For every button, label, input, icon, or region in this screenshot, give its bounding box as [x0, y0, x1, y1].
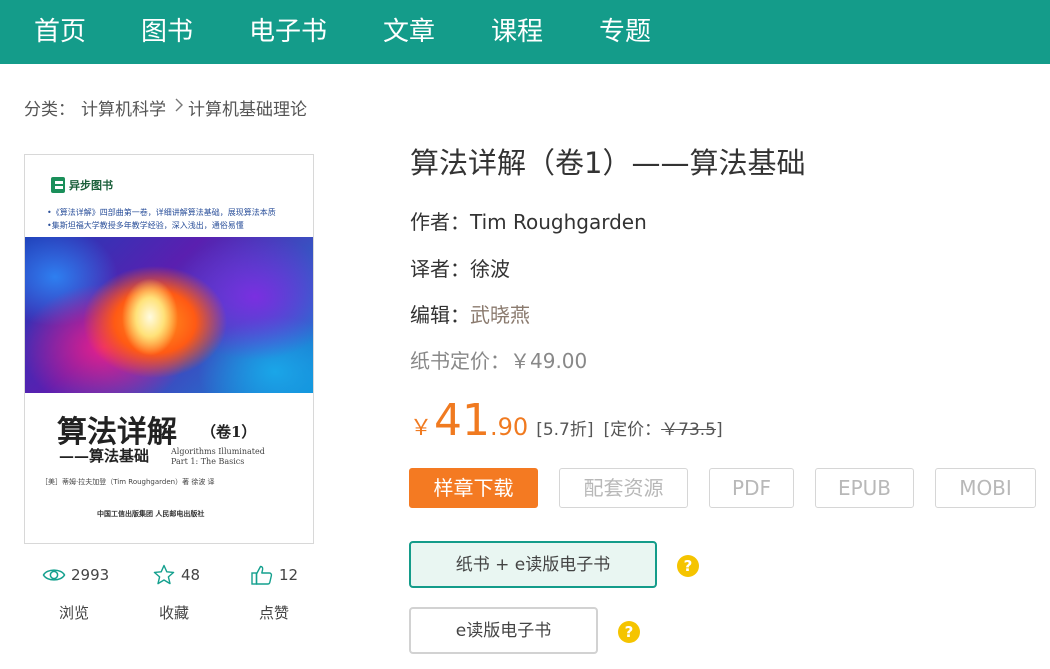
- likes-count: 12: [279, 566, 299, 584]
- views-label: 浏览: [59, 604, 90, 622]
- nav-item-home[interactable]: 首页: [34, 0, 86, 64]
- price-integer: 41: [434, 395, 491, 446]
- eye-icon: [42, 563, 66, 587]
- nav-item-topics[interactable]: 专题: [599, 0, 651, 64]
- breadcrumb-prefix: 分类：: [24, 99, 75, 120]
- cover-bullet-1: •《算法详解》四部曲第一卷，详细讲解算法基础，展现算法本质: [47, 208, 276, 217]
- breadcrumb: 分类： 计算机科学 计算机基础理论: [24, 94, 307, 120]
- nav-item-books[interactable]: 图书: [141, 0, 193, 64]
- thumbs-up-icon[interactable]: [250, 563, 274, 587]
- epub-button[interactable]: EPUB: [815, 468, 914, 508]
- favorites-stat[interactable]: 48: [152, 560, 200, 590]
- cover-author-line: ［美］蒂姆·拉夫加登（Tim Roughgarden）著 徐波 译: [41, 478, 215, 486]
- cover-english-title: Algorithms Illuminated Part 1: The Basic…: [171, 447, 265, 466]
- nav-item-ebooks[interactable]: 电子书: [249, 0, 327, 64]
- author-name: Tim Roughgarden: [470, 210, 647, 234]
- sample-download-button[interactable]: 样章下载: [409, 468, 538, 508]
- list-price-label: [定价：: [603, 420, 662, 440]
- paper-price: 纸书定价：￥49.00: [410, 349, 588, 373]
- ebook-price: ￥ 41 .90 [5.7折] [定价： ￥73.5 ]: [410, 395, 723, 446]
- nav-item-articles[interactable]: 文章: [383, 0, 435, 64]
- help-icon[interactable]: ?: [618, 621, 640, 643]
- cover-header: 异步图书 •《算法详解》四部曲第一卷，详细讲解算法基础，展现算法本质 •集斯坦福…: [25, 155, 313, 237]
- cover-volume: （卷1）: [201, 423, 257, 441]
- cover-subtitle: ——算法基础: [59, 447, 150, 465]
- favorites-label: 收藏: [159, 604, 190, 622]
- editor-row: 编辑：武晓燕: [410, 303, 530, 327]
- list-price-value: ￥73.5: [661, 420, 716, 440]
- translator-name: 徐波: [470, 257, 510, 281]
- mobi-button[interactable]: MOBI: [935, 468, 1036, 508]
- star-icon[interactable]: [152, 563, 176, 587]
- paper-price-value: ￥49.00: [510, 349, 588, 373]
- chevron-right-icon: [174, 97, 184, 118]
- views-count: 2993: [71, 566, 110, 584]
- editor-link[interactable]: 武晓燕: [470, 303, 530, 327]
- price-discount: [5.7折]: [536, 420, 594, 440]
- cover-publisher-line: 中国工信出版集团 人民邮电出版社: [97, 510, 205, 518]
- author-row: 作者：Tim Roughgarden: [410, 210, 647, 234]
- publisher-logo: 异步图书: [51, 177, 113, 193]
- breadcrumb-computer-fundamentals[interactable]: 计算机基础理论: [188, 95, 307, 120]
- translator-row: 译者：徐波: [410, 257, 510, 281]
- price-decimal: .90: [490, 413, 529, 441]
- help-icon[interactable]: ?: [677, 555, 699, 577]
- top-nav: 首页 图书 电子书 文章 课程 专题: [0, 0, 1050, 64]
- nav-item-courses[interactable]: 课程: [491, 0, 543, 64]
- likes-label: 点赞: [259, 604, 290, 622]
- resources-button[interactable]: 配套资源: [559, 468, 688, 508]
- book-cover[interactable]: 异步图书 •《算法详解》四部曲第一卷，详细讲解算法基础，展现算法本质 •集斯坦福…: [24, 154, 314, 544]
- option-paper-plus-ebook[interactable]: 纸书 + e读版电子书: [409, 541, 657, 588]
- cover-bullet-2: •集斯坦福大学教授多年教学经验，深入浅出，通俗易懂: [47, 221, 244, 230]
- price-currency: ￥: [410, 416, 433, 441]
- likes-stat[interactable]: 12: [250, 560, 298, 590]
- cover-artwork: [25, 237, 313, 393]
- views-stat: 2993: [42, 560, 109, 590]
- cover-footer: 算法详解 （卷1） ——算法基础 Algorithms Illuminated …: [25, 393, 313, 543]
- favorites-count: 48: [181, 566, 201, 584]
- book-title: 算法详解（卷1）——算法基础: [410, 146, 806, 180]
- breadcrumb-computer-science[interactable]: 计算机科学: [81, 95, 166, 120]
- pdf-button[interactable]: PDF: [709, 468, 794, 508]
- option-ebook[interactable]: e读版电子书: [409, 607, 598, 654]
- publisher-logo-icon: [51, 177, 65, 193]
